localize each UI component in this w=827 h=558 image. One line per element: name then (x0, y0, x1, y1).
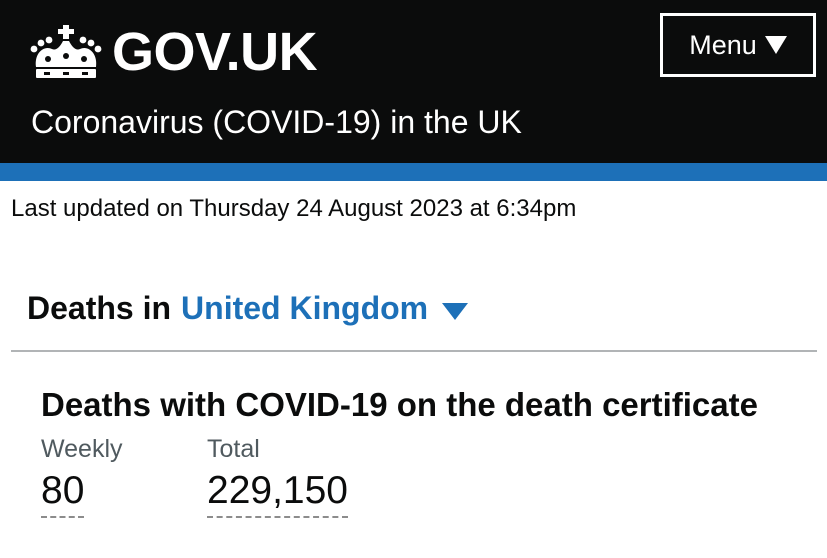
metric-label: Total (207, 435, 260, 463)
section-divider (11, 350, 817, 352)
area-selector-link[interactable]: United Kingdom (181, 287, 428, 329)
last-updated-text: Last updated on Thursday 24 August 2023 … (11, 195, 577, 222)
header-accent-bar (0, 163, 827, 181)
area-selector-prefix: Deaths in (27, 290, 172, 326)
triangle-down-icon (764, 36, 787, 54)
menu-button-label: Menu (689, 29, 757, 60)
area-selector: Deaths in United Kingdom (27, 287, 469, 329)
crown-icon (30, 25, 102, 78)
govuk-logo[interactable]: GOV.UK (30, 22, 318, 82)
site-header: GOV.UK Coronavirus (COVID-19) in the UK … (0, 0, 827, 163)
metric-label: Weekly (41, 435, 123, 463)
metric-total: Total 229,150 (207, 434, 348, 518)
metric-weekly: Weekly 80 (41, 434, 123, 518)
triangle-down-icon[interactable] (442, 302, 469, 320)
card-title: Deaths with COVID-19 on the death certif… (41, 386, 758, 423)
service-name[interactable]: Coronavirus (COVID-19) in the UK (31, 101, 522, 143)
logo-text: GOV.UK (112, 22, 318, 82)
metric-value[interactable]: 80 (41, 468, 85, 518)
metric-value[interactable]: 229,150 (207, 468, 348, 518)
menu-button[interactable]: Menu (660, 13, 816, 77)
